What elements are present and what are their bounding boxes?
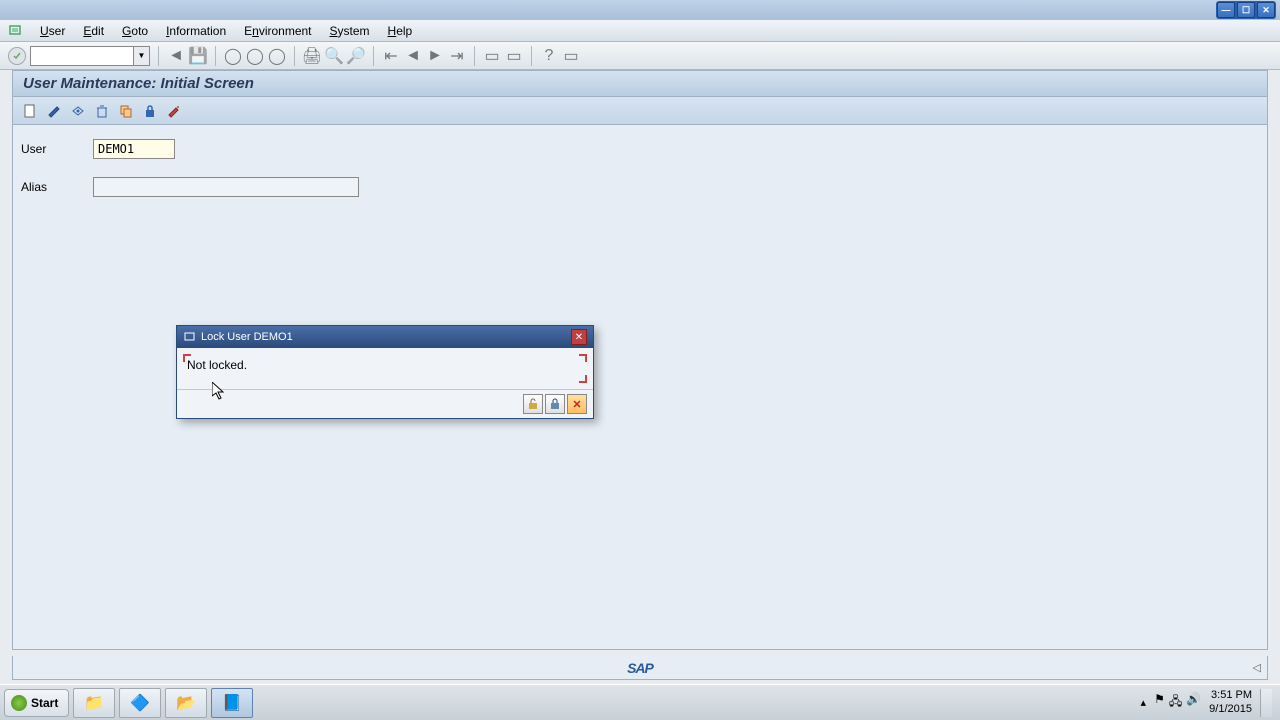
toolbar-separator xyxy=(294,46,295,66)
dialog-title-text: Lock User DEMO1 xyxy=(201,331,293,343)
page-title: User Maintenance: Initial Screen xyxy=(13,71,1267,97)
menubar: User Edit Goto Information Environment S… xyxy=(0,20,1280,42)
toolbar-separator xyxy=(474,46,475,66)
taskbar-sap[interactable]: 📘 xyxy=(211,688,253,718)
menu-environment[interactable]: Environment xyxy=(236,22,319,40)
corner-decoration xyxy=(579,354,587,362)
shortcut-icon[interactable]: ▭ xyxy=(505,47,523,65)
toolbar-separator xyxy=(158,46,159,66)
find-icon[interactable]: 🔍 xyxy=(325,47,343,65)
cancel-button[interactable]: ✕ xyxy=(567,394,587,414)
back-nav-icon[interactable]: ◯ xyxy=(224,47,242,65)
lock-user-dialog: Lock User DEMO1 ✕ Not locked. ✕ xyxy=(176,325,594,419)
tray-clock[interactable]: 3:51 PM 9/1/2015 xyxy=(1209,689,1252,715)
user-label: User xyxy=(21,142,93,156)
alias-label: Alias xyxy=(21,180,93,194)
display-icon[interactable] xyxy=(69,102,87,120)
menu-information[interactable]: Information xyxy=(158,22,234,40)
user-row: User xyxy=(21,139,1259,159)
menu-help[interactable]: Help xyxy=(380,22,421,40)
dialog-body: Not locked. xyxy=(177,348,593,390)
exit-icon[interactable]: ◯ xyxy=(246,47,264,65)
save-icon[interactable]: 💾 xyxy=(189,47,207,65)
find-next-icon[interactable]: 🔎 xyxy=(347,47,365,65)
tray-icons: ⚑ 🖧 🔊 xyxy=(1154,692,1201,713)
start-label: Start xyxy=(31,696,58,710)
maximize-button[interactable]: ☐ xyxy=(1237,2,1255,18)
close-button[interactable]: ✕ xyxy=(1257,2,1275,18)
tray-time: 3:51 PM xyxy=(1209,689,1252,702)
system-tray: ▴ ⚑ 🖧 🔊 3:51 PM 9/1/2015 xyxy=(1141,689,1276,717)
command-dropdown-icon[interactable]: ▼ xyxy=(133,47,149,65)
dialog-icon xyxy=(183,330,197,344)
delete-icon[interactable] xyxy=(93,102,111,120)
toolbar-separator xyxy=(373,46,374,66)
app-menu-icon[interactable] xyxy=(8,23,24,39)
toolbar-separator xyxy=(215,46,216,66)
tray-date: 9/1/2015 xyxy=(1209,703,1252,716)
tray-flag-icon[interactable]: ⚑ xyxy=(1154,692,1165,713)
minimize-button[interactable]: — xyxy=(1217,2,1235,18)
sap-logo: SAP xyxy=(627,660,653,676)
alias-input[interactable] xyxy=(93,177,359,197)
new-session-icon[interactable]: ▭ xyxy=(483,47,501,65)
corner-decoration xyxy=(579,375,587,383)
cancel-icon[interactable]: ◯ xyxy=(268,47,286,65)
lock-button[interactable] xyxy=(545,394,565,414)
last-page-icon[interactable]: ⇥ xyxy=(448,47,466,65)
dialog-close-button[interactable]: ✕ xyxy=(571,329,587,345)
command-field[interactable]: ▼ xyxy=(30,46,150,66)
status-arrow-icon[interactable]: ◁ xyxy=(1253,661,1261,674)
tray-expand-icon[interactable]: ▴ xyxy=(1141,696,1147,709)
copy-icon[interactable] xyxy=(117,102,135,120)
window-controls: — ☐ ✕ xyxy=(1216,1,1276,19)
toolbar-separator xyxy=(531,46,532,66)
print-icon[interactable]: 🖨 xyxy=(303,47,321,65)
taskbar-explorer[interactable]: 📁 xyxy=(73,688,115,718)
tray-sound-icon[interactable]: 🔊 xyxy=(1186,692,1201,713)
back-icon[interactable]: ◄ xyxy=(167,47,185,65)
start-button[interactable]: Start xyxy=(4,689,69,717)
user-input[interactable] xyxy=(93,139,175,159)
help-icon[interactable]: ? xyxy=(540,47,558,65)
lock-icon[interactable] xyxy=(141,102,159,120)
dialog-titlebar[interactable]: Lock User DEMO1 ✕ xyxy=(177,326,593,348)
prev-page-icon[interactable]: ◄ xyxy=(404,47,422,65)
taskbar-powershell[interactable]: 🔷 xyxy=(119,688,161,718)
menu-user[interactable]: User xyxy=(32,22,73,40)
next-page-icon[interactable]: ► xyxy=(426,47,444,65)
statusbar: SAP ◁ xyxy=(12,656,1268,680)
tray-network-icon[interactable]: 🖧 xyxy=(1169,692,1182,713)
show-desktop-button[interactable] xyxy=(1260,689,1272,717)
unlock-button[interactable] xyxy=(523,394,543,414)
dialog-message: Not locked. xyxy=(187,358,247,372)
menu-system[interactable]: System xyxy=(322,22,378,40)
start-orb-icon xyxy=(11,695,27,711)
edit-icon[interactable] xyxy=(45,102,63,120)
taskbar: Start 📁 🔷 📂 📘 ▴ ⚑ 🖧 🔊 3:51 PM 9/1/2015 xyxy=(0,684,1280,720)
window-titlebar: — ☐ ✕ xyxy=(0,0,1280,20)
dialog-footer: ✕ xyxy=(177,390,593,418)
form-area: User Alias xyxy=(13,125,1267,229)
create-icon[interactable] xyxy=(21,102,39,120)
taskbar-folder[interactable]: 📂 xyxy=(165,688,207,718)
standard-toolbar: ▼ ◄ 💾 ◯ ◯ ◯ 🖨 🔍 🔎 ⇤ ◄ ► ⇥ ▭ ▭ ? ▭ xyxy=(0,42,1280,70)
corner-decoration xyxy=(183,354,191,362)
application-toolbar xyxy=(13,97,1267,125)
password-icon[interactable] xyxy=(165,102,183,120)
menu-goto[interactable]: Goto xyxy=(114,22,156,40)
first-page-icon[interactable]: ⇤ xyxy=(382,47,400,65)
layout-icon[interactable]: ▭ xyxy=(562,47,580,65)
menu-edit[interactable]: Edit xyxy=(75,22,112,40)
alias-row: Alias xyxy=(21,177,1259,197)
enter-button[interactable] xyxy=(8,47,26,65)
